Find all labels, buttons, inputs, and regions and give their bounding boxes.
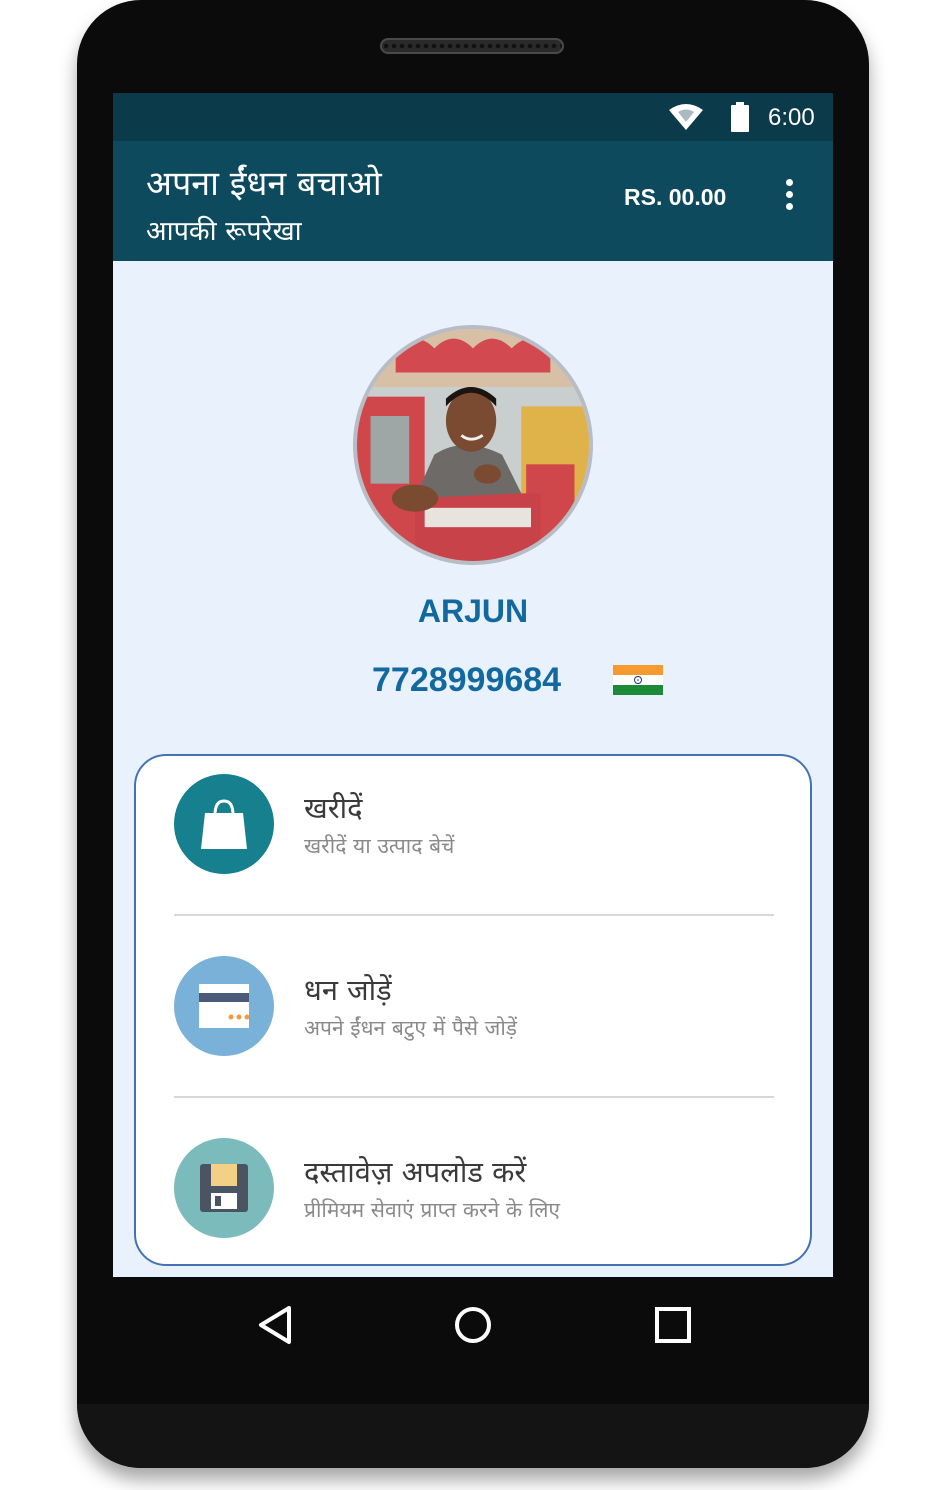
user-name: ARJUN	[417, 593, 529, 629]
back-icon[interactable]	[255, 1304, 295, 1346]
option-title: खरीदें	[304, 791, 363, 825]
option-description: प्रीमियम सेवाएं प्राप्त करने के लिए	[304, 1198, 561, 1222]
page-subtitle: आपकी रूपरेखा	[146, 216, 302, 247]
app-title: अपना ईंधन बचाओ	[146, 164, 382, 204]
speaker-grille	[380, 38, 564, 54]
divider	[174, 914, 774, 916]
option-icon-circle	[174, 956, 274, 1056]
more-vert-icon[interactable]	[781, 179, 797, 215]
option-upload-documents[interactable]: दस्तावेज़ अपलोड करें प्रीमियम सेवाएं प्र…	[174, 1138, 774, 1238]
recents-icon[interactable]	[653, 1304, 693, 1346]
wifi-icon	[669, 104, 703, 130]
wallet-balance: RS. 00.00	[624, 184, 727, 210]
status-bar: 6:00	[113, 93, 833, 141]
credit-card-icon	[199, 984, 249, 1028]
divider	[174, 1096, 774, 1098]
phone-number: 7728999684	[372, 661, 562, 699]
option-icon-circle	[174, 774, 274, 874]
status-time: 6:00	[768, 104, 815, 131]
india-flag-icon	[613, 665, 663, 695]
app-bar: अपना ईंधन बचाओ आपकी रूपरेखा RS. 00.00	[113, 141, 833, 261]
phone-frame-bottom	[77, 1404, 869, 1468]
option-title: दस्तावेज़ अपलोड करें	[304, 1155, 527, 1189]
navigation-bar	[113, 1277, 833, 1373]
option-icon-circle	[174, 1138, 274, 1238]
avatar[interactable]	[353, 325, 593, 565]
home-icon[interactable]	[453, 1304, 493, 1346]
option-add-money[interactable]: धन जोड़ें अपने ईंधन बटुए में पैसे जोड़ें	[174, 956, 774, 1056]
battery-icon	[731, 102, 749, 132]
option-description: अपने ईंधन बटुए में पैसे जोड़ें	[304, 1016, 518, 1040]
shopping-bag-icon	[201, 799, 247, 849]
option-title: धन जोड़ें	[304, 973, 392, 1007]
options-card: खरीदें खरीदें या उत्पाद बेचें धन जोड़ें …	[134, 754, 812, 1266]
option-buy[interactable]: खरीदें खरीदें या उत्पाद बेचें	[174, 774, 774, 874]
floppy-disk-icon	[200, 1164, 248, 1212]
profile-photo	[357, 329, 589, 561]
app-screen: 6:00 अपना ईंधन बचाओ आपकी रूपरेखा RS. 00.…	[113, 93, 833, 1277]
option-description: खरीदें या उत्पाद बेचें	[304, 834, 455, 858]
